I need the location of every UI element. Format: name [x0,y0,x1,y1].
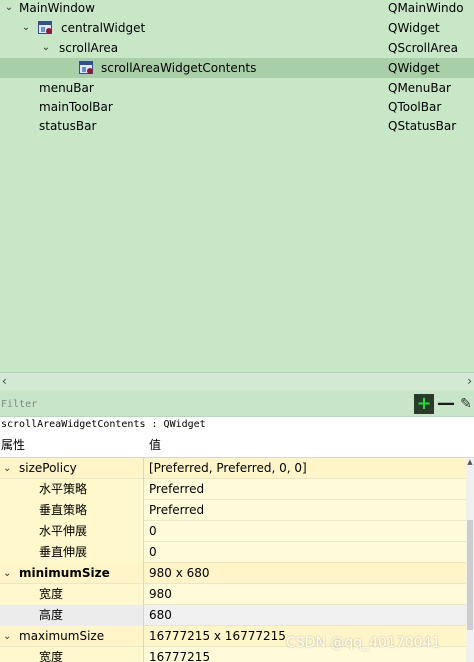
chevron-left-icon[interactable]: ‹ [2,373,7,390]
property-row-vertical-stretch[interactable]: 垂直伸展 0 [0,542,466,563]
widget-icon [79,61,93,74]
tree-item-name: scrollAreaWidgetContents [101,61,257,75]
add-property-button[interactable]: + [414,394,434,414]
property-row-minimum-height[interactable]: 高度 680 [0,605,466,626]
chevron-down-icon[interactable]: ⌄ [3,626,11,647]
property-name: 宽度 [39,587,64,601]
property-name: 垂直伸展 [39,545,88,559]
property-name: sizePolicy [19,461,77,475]
tree-row-centralwidget[interactable]: ⌄ centralWidget QWidget [0,18,474,38]
minus-icon: — [437,393,455,414]
object-tree: ⌄ MainWindow QMainWindo ⌄ centralWidget … [0,0,474,372]
chevron-right-icon[interactable]: › [467,373,472,390]
tree-item-class: QWidget [388,61,440,75]
tree-item-class: QToolBar [388,100,442,114]
property-row-sizepolicy[interactable]: ⌄ sizePolicy [Preferred, Preferred, 0, 0… [0,458,466,479]
chevron-up-icon[interactable]: ▲ [466,458,474,466]
tree-item-name: mainToolBar [39,100,113,114]
property-value[interactable]: 980 x 680 [149,563,210,584]
tree-item-class: QScrollArea [388,41,458,55]
property-name: 水平策略 [39,482,88,496]
filter-input[interactable] [0,395,410,413]
property-value[interactable]: 0 [149,521,157,542]
tree-item-name: statusBar [39,119,97,133]
chevron-down-icon[interactable]: ⌄ [3,0,15,18]
property-value[interactable]: 980 [149,584,172,605]
property-name: 宽度 [39,650,64,662]
configure-button[interactable]: ✎ [456,394,474,414]
tree-item-class: QWidget [388,21,440,35]
tree-row-scrollarea[interactable]: ⌄ scrollArea QScrollArea [0,38,474,58]
property-value[interactable]: 0 [149,542,157,563]
chevron-down-icon[interactable]: ⌄ [3,563,11,584]
tree-item-class: QStatusBar [388,119,457,133]
object-class-header: scrollAreaWidgetContents : QWidget [0,416,474,432]
tree-item-name: menuBar [39,81,94,95]
property-name: maximumSize [19,629,105,643]
scrollbar-thumb[interactable] [467,520,473,630]
tree-row-menubar[interactable]: menuBar QMenuBar [0,78,474,98]
property-column-header[interactable]: 属性 [1,432,25,458]
property-value[interactable]: 16777215 x 16777215 [149,626,286,647]
property-row-horizontal-stretch[interactable]: 水平伸展 0 [0,521,466,542]
property-header: 属性 值 [0,432,474,458]
tree-item-name: centralWidget [61,21,146,35]
property-row-vertical-policy[interactable]: 垂直策略 Preferred [0,500,466,521]
property-row-minimumsize[interactable]: ⌄ minimumSize 980 x 680 [0,563,466,584]
horizontal-scrollbar[interactable]: ‹ › [0,372,474,390]
property-name: 高度 [39,608,64,622]
property-name: minimumSize [19,566,110,580]
property-name: 垂直策略 [39,503,88,517]
tree-item-class: QMenuBar [388,81,451,95]
property-value[interactable]: [Preferred, Preferred, 0, 0] [149,458,307,479]
property-editor: 属性 值 ⌄ sizePolicy [Preferred, Preferred,… [0,432,474,662]
tree-item-name: scrollArea [59,41,119,55]
tree-row-maintoolbar[interactable]: mainToolBar QToolBar [0,97,474,117]
wrench-icon: ✎ [460,396,472,412]
chevron-down-icon[interactable]: ⌄ [40,38,52,58]
value-column-header[interactable]: 值 [149,432,161,458]
property-value[interactable]: Preferred [149,500,204,521]
property-value[interactable]: Preferred [149,479,204,500]
watermark: CSDN @qq_40170041 [286,635,441,651]
chevron-down-icon[interactable]: ⌄ [20,18,32,38]
tree-row-mainwindow[interactable]: ⌄ MainWindow QMainWindo [0,0,474,18]
tree-item-class: QMainWindo [388,1,464,15]
property-value[interactable]: 16777215 [149,647,210,662]
chevron-down-icon[interactable]: ⌄ [3,458,11,479]
tree-item-name: MainWindow [19,1,95,15]
property-row-horizontal-policy[interactable]: 水平策略 Preferred [0,479,466,500]
vertical-scrollbar[interactable]: ▲ [466,458,474,662]
filter-bar: + — ✎ [0,392,474,416]
property-name: 水平伸展 [39,524,88,538]
widget-icon [38,21,52,34]
property-row-minimum-width[interactable]: 宽度 980 [0,584,466,605]
tree-row-scrollareawidgetcontents[interactable]: scrollAreaWidgetContents QWidget [0,58,474,78]
tree-row-statusbar[interactable]: statusBar QStatusBar [0,116,474,136]
plus-icon: + [416,393,432,414]
property-value[interactable]: 680 [149,605,172,626]
remove-property-button[interactable]: — [436,394,456,414]
